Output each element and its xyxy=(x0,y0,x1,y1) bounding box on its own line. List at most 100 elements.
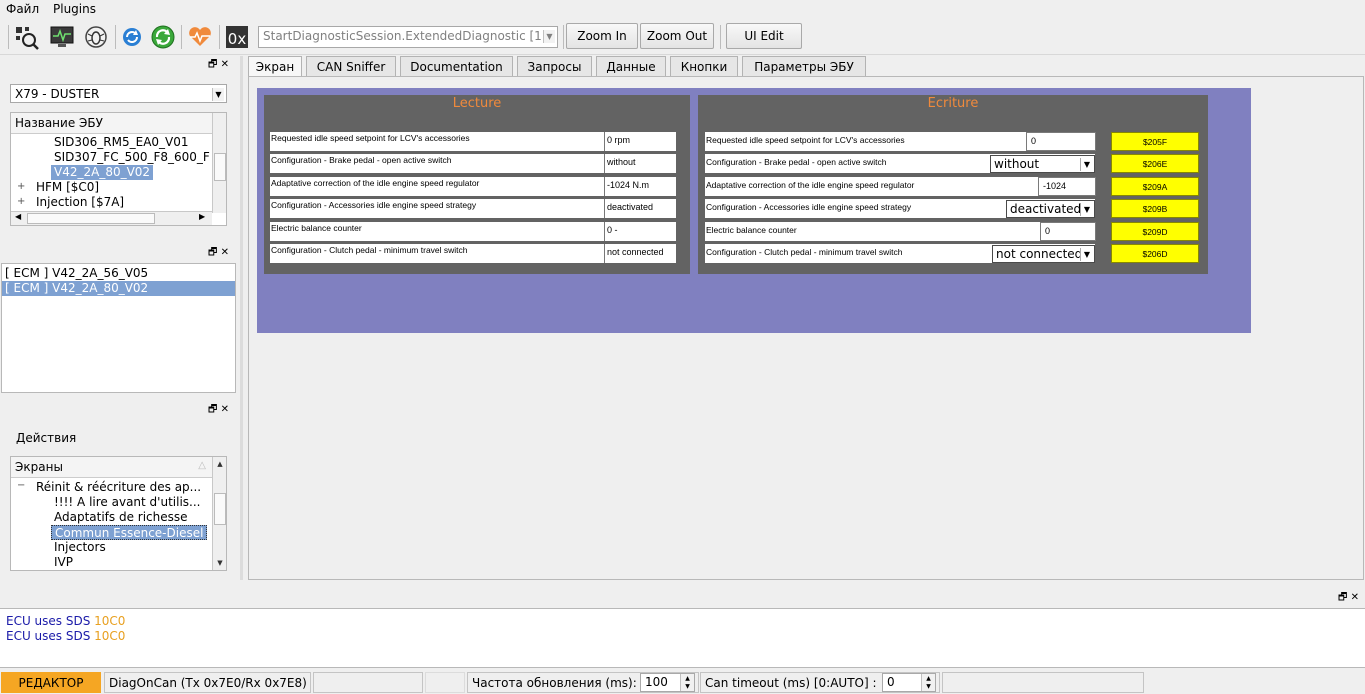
close-icon[interactable]: ✕ xyxy=(221,247,229,258)
toolbar: 0x StartDiagnosticSession.ExtendedDiagno… xyxy=(0,19,1365,55)
expand-icon[interactable]: + xyxy=(17,196,25,207)
hex-mode-icon[interactable]: 0x xyxy=(226,26,248,48)
zoom-in-button[interactable]: Zoom In xyxy=(566,23,638,49)
tree-item[interactable]: HFM [$C0] xyxy=(33,180,102,195)
refresh-icon[interactable] xyxy=(118,23,146,51)
ecu-tree-scrollbar[interactable] xyxy=(212,113,226,213)
tree-item[interactable]: IVP xyxy=(51,555,76,570)
write-button[interactable]: $206D xyxy=(1111,244,1199,263)
write-button[interactable]: $206E xyxy=(1111,154,1199,173)
lecture-value: without xyxy=(604,154,676,173)
tab-5[interactable]: Кнопки xyxy=(670,56,738,76)
ecu-tree-hscrollbar[interactable]: ◀ ▶ xyxy=(11,211,212,225)
menubar: Файл Plugins xyxy=(0,0,1365,19)
lecture-value: deactivated xyxy=(604,199,676,218)
refresh-rate-label: Частота обновления (ms): xyxy=(472,675,637,690)
scan-icon[interactable] xyxy=(12,23,40,51)
tab-2[interactable]: Documentation xyxy=(400,56,513,76)
ecriture-label: Electric balance counter xyxy=(705,222,1095,241)
can-timeout-label: Can timeout (ms) [0:AUTO] : xyxy=(705,675,877,690)
vehicle-combo[interactable]: X79 - DUSTER ▼ xyxy=(10,84,227,103)
tree-item[interactable]: V42_2A_80_V02 xyxy=(51,165,154,180)
close-icon[interactable]: ✕ xyxy=(221,404,229,415)
heart-rate-icon[interactable] xyxy=(186,23,214,51)
session-combo[interactable]: StartDiagnosticSession.ExtendedDiagnosti… xyxy=(258,26,558,48)
bug-icon[interactable] xyxy=(82,23,110,51)
refresh-rate-spinbox[interactable]: 100 ▲ ▼ xyxy=(640,673,695,692)
write-button[interactable]: $205F xyxy=(1111,132,1199,151)
can-timeout-spinbox[interactable]: 0 ▲ ▼ xyxy=(882,673,936,692)
collapse-icon[interactable]: − xyxy=(17,480,25,491)
ecriture-input[interactable]: 0 xyxy=(1026,132,1096,151)
zoom-out-button[interactable]: Zoom Out xyxy=(640,23,714,49)
log-panel: ECU uses SDS 10C0 ECU uses SDS 10C0 xyxy=(0,608,1365,668)
lecture-label: Configuration - Brake pedal - open activ… xyxy=(270,154,604,173)
log-text: ECU uses SDS xyxy=(6,614,95,628)
scroll-up-icon[interactable]: ▲ xyxy=(213,457,226,471)
sync-icon[interactable] xyxy=(149,23,177,51)
write-button[interactable]: $209A xyxy=(1111,177,1199,196)
tree-item[interactable]: Réinit & réécriture des ap... xyxy=(33,480,204,495)
lecture-label: Adaptative correction of the idle engine… xyxy=(270,177,604,196)
scroll-thumb[interactable] xyxy=(27,213,155,224)
ecriture-input[interactable]: -1024 xyxy=(1038,177,1096,196)
chevron-down-icon: ▼ xyxy=(1080,248,1093,261)
protocol-status: DiagOnCan (Tx 0x7E0/Rx 0x7E8) xyxy=(104,672,311,693)
ecriture-label: Adaptative correction of the idle engine… xyxy=(705,177,1095,196)
mode-badge[interactable]: РЕДАКТОР xyxy=(1,672,101,693)
chevron-down-icon: ▼ xyxy=(212,88,224,101)
list-item[interactable]: [ ECM ] V42_2A_56_V05 xyxy=(2,266,235,281)
float-icon[interactable]: 🗗 xyxy=(208,247,217,258)
list-item[interactable]: [ ECM ] V42_2A_80_V02 xyxy=(2,281,235,296)
menu-plugins[interactable]: Plugins xyxy=(53,2,96,16)
float-icon[interactable]: 🗗 xyxy=(208,59,217,70)
expand-icon[interactable]: + xyxy=(17,181,25,192)
lecture-label: Electric balance counter xyxy=(270,222,604,241)
scroll-thumb[interactable] xyxy=(214,493,226,525)
scroll-thumb[interactable] xyxy=(214,153,226,181)
tree-item[interactable]: Commun Essence-Diesel xyxy=(51,525,208,540)
toolbar-separator xyxy=(219,25,220,49)
close-icon[interactable]: ✕ xyxy=(1351,592,1359,603)
menu-file[interactable]: Файл xyxy=(6,2,39,16)
ecriture-combo[interactable]: not connected ▼ xyxy=(992,245,1095,263)
spin-down-icon[interactable]: ▼ xyxy=(921,682,935,691)
tree-item[interactable]: Injection [$7A] xyxy=(33,195,127,210)
tree-item[interactable]: !!!! A lire avant d'utilis... xyxy=(51,495,203,510)
tab-3[interactable]: Запросы xyxy=(517,56,592,76)
status-cell-empty xyxy=(942,672,1144,693)
tab-1[interactable]: CAN Sniffer xyxy=(306,56,396,76)
ui-edit-button[interactable]: UI Edit xyxy=(726,23,802,49)
screens-tree: Экраны △ − Réinit & réécriture des ap...!… xyxy=(10,456,227,571)
lecture-value: not connected xyxy=(604,244,676,263)
log-text: ECU uses SDS xyxy=(6,629,95,643)
chevron-down-icon: ▼ xyxy=(1080,158,1093,171)
scroll-down-icon[interactable]: ▼ xyxy=(213,556,226,570)
write-button[interactable]: $209D xyxy=(1111,222,1199,241)
lecture-value: -1024 N.m xyxy=(604,177,676,196)
tree-item[interactable]: Adaptatifs de richesse xyxy=(51,510,191,525)
ecriture-input[interactable]: 0 xyxy=(1040,222,1096,241)
close-icon[interactable]: ✕ xyxy=(221,59,229,70)
vertical-splitter[interactable] xyxy=(240,56,243,580)
scroll-left-icon[interactable]: ◀ xyxy=(15,212,21,221)
float-icon[interactable]: 🗗 xyxy=(208,404,217,415)
ecriture-combo[interactable]: deactivated ▼ xyxy=(1006,200,1095,218)
tab-6[interactable]: Параметры ЭБУ xyxy=(742,56,866,76)
screens-tree-scrollbar[interactable]: ▲ ▼ xyxy=(212,457,226,570)
lecture-title: Lecture xyxy=(452,96,502,111)
tree-item[interactable]: SID306_RM5_EA0_V01 xyxy=(51,135,192,150)
status-cell-empty xyxy=(425,672,465,693)
monitor-icon[interactable] xyxy=(48,23,76,51)
spin-down-icon[interactable]: ▼ xyxy=(680,682,694,691)
tree-item[interactable]: SID307_FC_500_F8_600_F xyxy=(51,150,213,165)
ecriture-combo[interactable]: without ▼ xyxy=(990,155,1095,173)
float-icon[interactable]: 🗗 xyxy=(1338,592,1347,603)
tab-0[interactable]: Экран xyxy=(248,56,302,77)
scroll-right-icon[interactable]: ▶ xyxy=(199,212,205,221)
tab-4[interactable]: Данные xyxy=(596,56,666,76)
tree-item[interactable]: Injectors xyxy=(51,540,109,555)
toolbar-separator xyxy=(563,25,564,49)
ecu-tree: Название ЭБУ SID306_RM5_EA0_V01 SID307_FC… xyxy=(10,112,227,226)
write-button[interactable]: $209B xyxy=(1111,199,1199,218)
